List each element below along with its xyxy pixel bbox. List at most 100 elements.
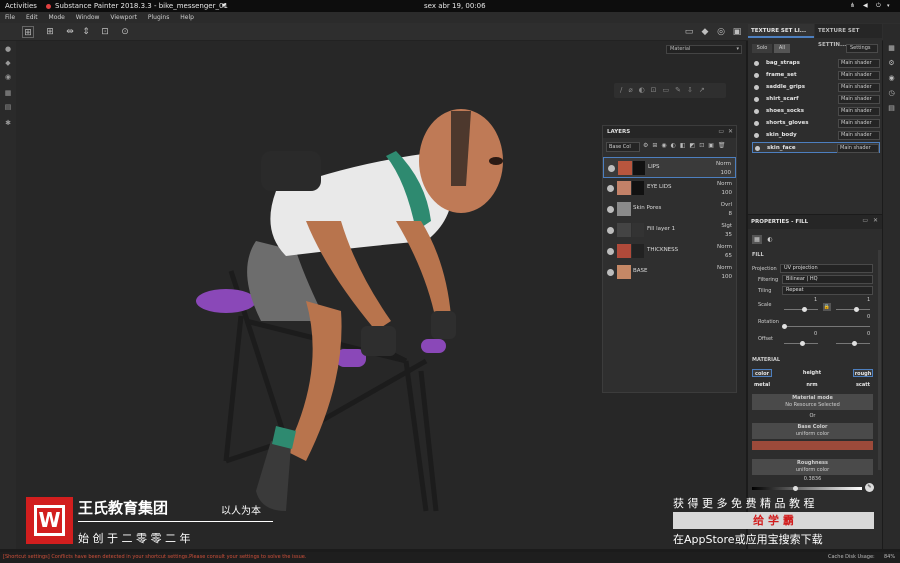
offset-value-2[interactable]: 0: [867, 331, 870, 337]
network-icon[interactable]: ⋔: [850, 0, 855, 12]
menu-window[interactable]: Window: [76, 14, 100, 21]
scale-slider-knob[interactable]: [802, 307, 807, 312]
shader-dropdown[interactable]: Main shader: [838, 119, 880, 128]
texture-set-item[interactable]: shorts_gloves Main shader: [752, 118, 880, 129]
roughness-slider-knob[interactable]: [793, 486, 798, 491]
paint-tool-icon[interactable]: ●: [4, 45, 12, 53]
menu-viewport[interactable]: Viewport: [110, 14, 137, 21]
smudge-tool-icon[interactable]: ▤: [4, 103, 12, 111]
visibility-icon[interactable]: [607, 227, 614, 234]
chevron-down-icon[interactable]: ▼: [222, 0, 226, 12]
layer-row[interactable]: Skin Pores Ovrl 8: [603, 199, 736, 220]
layer-row[interactable]: Fill layer 1 Slgt 35: [603, 220, 736, 241]
projection-dropdown[interactable]: UV projection: [780, 264, 873, 273]
menu-edit[interactable]: Edit: [26, 14, 38, 21]
history-icon[interactable]: ◷: [887, 89, 896, 98]
texture-set-item[interactable]: shirt_scarf Main shader: [752, 94, 880, 105]
float-panel-icon[interactable]: ▭: [718, 128, 724, 135]
channel-color-toggle[interactable]: color: [752, 369, 772, 377]
texture-set-settings-icon[interactable]: ⚙: [887, 59, 896, 68]
blend-mode[interactable]: Ovrl: [721, 201, 732, 210]
visibility-icon[interactable]: [754, 109, 759, 114]
visibility-icon[interactable]: [754, 121, 759, 126]
texture-set-item[interactable]: saddle_grips Main shader: [752, 82, 880, 93]
scale-value[interactable]: 1: [814, 297, 817, 303]
channel-rough-toggle[interactable]: rough: [853, 369, 873, 377]
frame-icon[interactable]: ⊡: [99, 26, 111, 38]
layer-opacity[interactable]: 35: [721, 231, 732, 240]
close-icon[interactable]: ✕: [873, 217, 878, 224]
display-settings-icon[interactable]: ▭: [683, 26, 695, 38]
filtering-dropdown[interactable]: Bilinear | HQ: [782, 275, 873, 284]
color-picker-icon[interactable]: ✎: [865, 483, 874, 492]
lock-icon[interactable]: 🔒: [823, 303, 831, 311]
channel-metal-toggle[interactable]: metal: [752, 381, 772, 389]
layer-opacity[interactable]: 100: [717, 189, 733, 198]
visibility-icon[interactable]: [754, 61, 759, 66]
texture-set-item[interactable]: skin_face Main shader: [752, 142, 880, 153]
screenshot-icon[interactable]: ▣: [731, 26, 743, 38]
viewport-tool-strip[interactable]: /⌀◐⊡▭✎⇩↗: [614, 83, 726, 98]
channel-scatt-toggle[interactable]: scatt: [853, 381, 873, 389]
picker-tool-icon[interactable]: ✱: [4, 119, 12, 127]
visibility-icon[interactable]: [754, 85, 759, 90]
texture-set-item[interactable]: bag_straps Main shader: [752, 58, 880, 69]
all-button[interactable]: All: [774, 44, 790, 53]
power-icon[interactable]: ⏻: [876, 0, 881, 12]
layer-row[interactable]: EYE LIDS Norm 100: [603, 178, 736, 199]
shader-dropdown[interactable]: Main shader: [838, 71, 880, 80]
visibility-icon[interactable]: [754, 73, 759, 78]
grid-icon[interactable]: ⊞: [22, 26, 34, 38]
visibility-icon[interactable]: [607, 185, 614, 192]
eraser-tool-icon[interactable]: ◆: [4, 59, 12, 67]
menu-help[interactable]: Help: [180, 14, 194, 21]
close-icon[interactable]: ✕: [728, 128, 733, 135]
rotation-slider[interactable]: [784, 326, 870, 327]
material-mode-slot[interactable]: Material mode No Resource Selected: [752, 394, 873, 410]
layer-actions-bar[interactable]: ⚙⊞◉◐◧◩⊡▣🗑: [643, 142, 730, 149]
fill-tab-icon[interactable]: ▦: [752, 235, 762, 244]
symmetry-icon[interactable]: ⇕: [80, 26, 92, 38]
visibility-icon[interactable]: [754, 97, 759, 102]
shader-dropdown[interactable]: Main shader: [838, 107, 880, 116]
layer-row[interactable]: THICKNESS Norm 65: [603, 241, 736, 262]
layer-opacity[interactable]: 8: [721, 210, 733, 219]
settings-dropdown[interactable]: Settings: [846, 44, 878, 53]
environment-icon[interactable]: ◆: [699, 26, 711, 38]
visibility-icon[interactable]: [608, 165, 615, 172]
layer-opacity[interactable]: 65: [717, 252, 732, 261]
scrollbar[interactable]: [878, 250, 881, 470]
channel-nrm-toggle[interactable]: nrm: [802, 381, 822, 389]
grid-dense-icon[interactable]: ⊞: [44, 26, 56, 38]
volume-icon[interactable]: ◀: [863, 0, 868, 12]
activities-button[interactable]: Activities: [5, 0, 37, 12]
app-title[interactable]: Substance Painter 2018.3.3 - bike_messen…: [55, 0, 228, 12]
rotation-slider-knob[interactable]: [782, 324, 787, 329]
shader-icon[interactable]: ◎: [715, 26, 727, 38]
shader-dropdown[interactable]: Main shader: [838, 95, 880, 104]
visibility-icon[interactable]: [755, 146, 760, 151]
layer-opacity[interactable]: 100: [717, 273, 733, 282]
blend-mode[interactable]: Norm: [716, 160, 731, 169]
scale-value-2[interactable]: 1: [867, 297, 870, 303]
texture-set-item[interactable]: shoes_socks Main shader: [752, 106, 880, 117]
camera-reset-icon[interactable]: ⊙: [119, 26, 131, 38]
mirror-icon[interactable]: ⇹: [64, 26, 76, 38]
blend-mode[interactable]: Slgt: [721, 222, 732, 231]
blend-mode[interactable]: Norm: [717, 264, 732, 273]
channel-height-toggle[interactable]: height: [802, 369, 822, 377]
roughness-value[interactable]: 0.3836: [752, 476, 873, 482]
scale-slider[interactable]: [784, 309, 818, 310]
visibility-icon[interactable]: [607, 248, 614, 255]
offset-slider-knob[interactable]: [800, 341, 805, 346]
base-color-swatch[interactable]: [752, 441, 873, 450]
base-color-slot[interactable]: Base Color uniform color: [752, 423, 873, 439]
solo-button[interactable]: Solo: [752, 44, 772, 53]
scale-slider-2-knob[interactable]: [854, 307, 859, 312]
projection-tool-icon[interactable]: ◉: [4, 73, 12, 81]
material-dropdown[interactable]: Material ▾: [666, 45, 742, 54]
offset-value[interactable]: 0: [814, 331, 817, 337]
display-icon[interactable]: ◉: [887, 74, 896, 83]
float-panel-icon[interactable]: ▭: [862, 217, 868, 224]
material-tab-icon[interactable]: ◐: [765, 235, 775, 244]
